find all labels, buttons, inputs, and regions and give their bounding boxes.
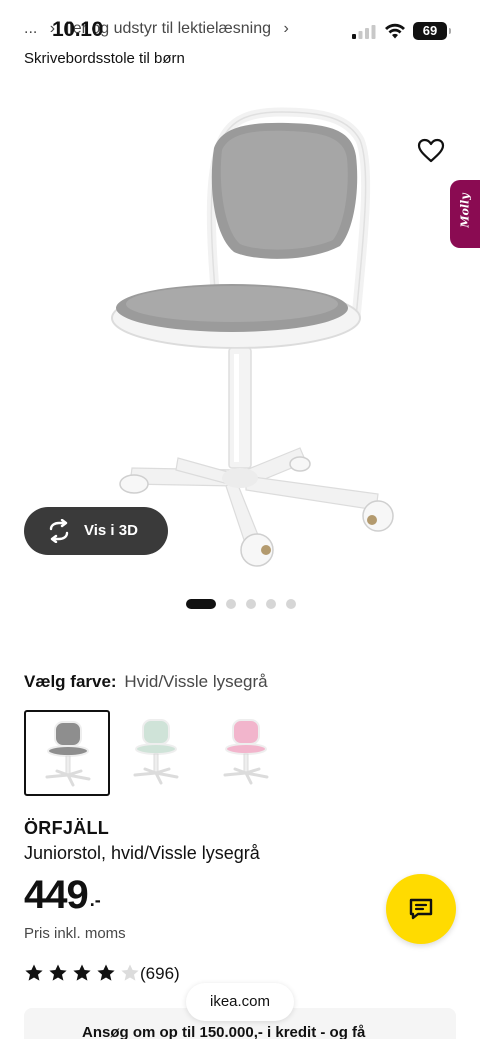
carousel-dot[interactable] [226, 599, 236, 609]
molly-assistant-tab[interactable]: Molly [450, 180, 480, 248]
category-link[interactable]: Skrivebordsstole til børn [24, 50, 185, 67]
color-heading: Vælg farve: Hvid/Vissle lysegrå [24, 672, 268, 692]
carousel-dot[interactable] [266, 599, 276, 609]
rating-stars[interactable] [24, 963, 144, 983]
price-decimal: .- [89, 890, 101, 910]
color-selected-value: Hvid/Vissle lysegrå [124, 672, 268, 691]
carousel-dot[interactable] [286, 599, 296, 609]
heart-icon[interactable] [416, 136, 446, 166]
wifi-icon [385, 23, 405, 39]
status-time: 10.10 [52, 18, 104, 41]
view-3d-label: Vis i 3D [84, 522, 138, 539]
color-swatch-grey[interactable] [24, 710, 110, 796]
price-main: 449 [24, 873, 89, 917]
star-empty-icon [121, 964, 139, 981]
chevron-right-icon: › [283, 20, 289, 37]
star-filled-icon [49, 964, 67, 981]
color-swatch-green[interactable] [114, 710, 200, 796]
chair-thumbnail-pink [223, 719, 269, 785]
carousel-dot-active[interactable] [186, 599, 216, 609]
chair-thumbnail-grey [45, 721, 91, 787]
product-price: 449 .- [24, 873, 101, 918]
carousel-dot[interactable] [246, 599, 256, 609]
battery-indicator: 69 [413, 22, 451, 40]
molly-label: Molly [458, 193, 472, 228]
star-filled-icon [73, 964, 91, 981]
cellular-signal-icon [352, 25, 376, 39]
chat-bubble-icon [409, 898, 433, 920]
star-filled-icon [25, 964, 43, 981]
review-count[interactable]: (696) [140, 964, 180, 984]
browser-url-pill[interactable]: ikea.com [186, 983, 294, 1021]
color-heading-label: Vælg farve: [24, 672, 117, 691]
view-3d-button[interactable]: Vis i 3D [24, 507, 168, 555]
vat-note: Pris inkl. moms [24, 925, 126, 942]
product-description: Juniorstol, hvid/Vissle lysegrå [24, 843, 260, 863]
star-filled-icon [97, 964, 115, 981]
breadcrumb-ellipsis[interactable]: ... [24, 20, 37, 37]
chair-thumbnail-green [133, 719, 179, 785]
status-bar: ... › ller og udstyr til lektielæsning ›… [0, 0, 480, 44]
rotate-3d-icon [49, 519, 69, 543]
color-swatch-pink[interactable] [204, 710, 290, 796]
chat-button[interactable] [386, 874, 456, 944]
carousel-indicator [186, 599, 306, 609]
product-name: ÖRFJÄLL [24, 818, 110, 838]
credit-banner-text: Ansøg om op til 150.000,- i kredit - og … [82, 1024, 366, 1039]
